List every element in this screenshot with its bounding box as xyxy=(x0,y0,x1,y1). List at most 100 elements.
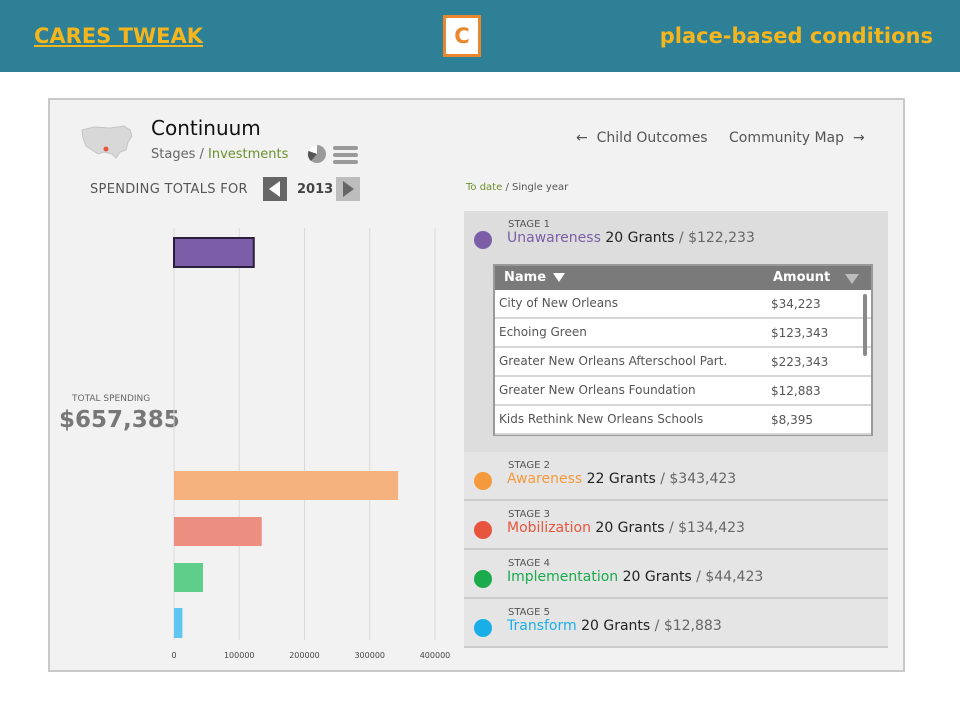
investments-link[interactable]: Investments xyxy=(208,147,288,162)
stage-color-dot xyxy=(474,521,492,539)
child-outcomes-link[interactable]: ← Child Outcomes xyxy=(576,130,708,146)
sort-down-icon xyxy=(553,273,566,282)
stage-sep: / xyxy=(691,569,706,585)
stage-amount: $12,883 xyxy=(663,618,722,634)
spending-totals-label: SPENDING TOTALS FOR xyxy=(90,182,248,197)
stage-color-dot xyxy=(474,472,492,490)
table-row[interactable]: Kids Rethink New Orleans Schools $8,395 xyxy=(495,406,871,435)
amount-column-header[interactable]: Amount xyxy=(773,270,830,285)
x-tick-label: 0 xyxy=(171,651,176,660)
x-tick-label: 200000 xyxy=(289,651,320,660)
stage-5-row[interactable]: STAGE 5 Transform 20 Grants / $12,883 xyxy=(464,599,888,648)
bar-mobilization xyxy=(174,517,262,546)
logo: C xyxy=(443,15,481,57)
grants-table: Name Amount City of New Orleans $34,223 … xyxy=(493,264,873,436)
grant-name: Echoing Green xyxy=(499,325,587,339)
x-tick-label: 100000 xyxy=(224,651,255,660)
next-year-button[interactable] xyxy=(336,177,360,201)
table-row[interactable]: Greater New Orleans Foundation $12,883 xyxy=(495,377,871,406)
stage-summary: Awareness 22 Grants / $343,423 xyxy=(507,471,736,487)
stage-grants: 20 Grants xyxy=(595,520,665,536)
stage-name: Awareness xyxy=(507,471,583,487)
toggle-separator: / xyxy=(502,182,512,193)
stages-list: STAGE 1 Unawareness 20 Grants / $122,233… xyxy=(464,211,888,648)
name-header-label: Name xyxy=(504,270,547,285)
top-header-bar: CARES TWEAK C place-based conditions xyxy=(0,0,960,72)
stages-link[interactable]: Stages xyxy=(151,147,195,162)
stage-number: STAGE 5 xyxy=(508,607,550,618)
stage-1-row[interactable]: STAGE 1 Unawareness 20 Grants / $122,233… xyxy=(464,211,888,452)
sort-amount-icon[interactable] xyxy=(845,274,859,284)
bar-awareness xyxy=(174,471,399,500)
stage-name: Unawareness xyxy=(507,230,601,246)
stage-number: STAGE 4 xyxy=(508,558,550,569)
stage-sep: / xyxy=(655,471,670,487)
year-value: 2013 xyxy=(297,182,334,197)
table-row[interactable]: City of New Orleans $34,223 xyxy=(495,290,871,319)
stage-summary: Mobilization 20 Grants / $134,423 xyxy=(507,520,745,536)
to-date-link[interactable]: To date xyxy=(466,182,502,193)
stage-sep: / xyxy=(664,520,679,536)
grants-table-header: Name Amount xyxy=(495,266,871,290)
tagline: place-based conditions xyxy=(659,24,933,48)
community-map-label: Community Map xyxy=(729,130,845,146)
grant-name: Greater New Orleans Afterschool Part. xyxy=(499,354,728,368)
grant-name: City of New Orleans xyxy=(499,296,619,310)
stage-name: Transform xyxy=(507,618,577,634)
previous-year-button[interactable] xyxy=(263,177,287,201)
x-tick-label: 400000 xyxy=(420,651,451,660)
spending-bar-chart: 0 100000 200000 300000 400000 xyxy=(171,228,451,660)
stage-3-row[interactable]: STAGE 3 Mobilization 20 Grants / $134,42… xyxy=(464,501,888,550)
arrow-right-icon: → xyxy=(852,130,865,146)
brand-link[interactable]: CARES TWEAK xyxy=(34,24,203,48)
stage-grants: 20 Grants xyxy=(622,569,692,585)
grant-amount: $123,343 xyxy=(771,326,829,340)
name-column-header[interactable]: Name xyxy=(504,270,566,285)
bar-transform xyxy=(174,608,183,638)
stage-grants: 20 Grants xyxy=(605,230,675,246)
stage-number: STAGE 3 xyxy=(508,509,550,520)
grant-name: Greater New Orleans Foundation xyxy=(499,383,696,397)
stage-name: Implementation xyxy=(507,569,619,585)
stage-4-row[interactable]: STAGE 4 Implementation 20 Grants / $44,4… xyxy=(464,550,888,599)
stage-number: STAGE 2 xyxy=(508,460,550,471)
stage-sep: / xyxy=(674,230,689,246)
stage-summary: Transform 20 Grants / $12,883 xyxy=(507,618,722,634)
grant-amount: $34,223 xyxy=(771,297,821,311)
grant-amount: $12,883 xyxy=(771,384,821,398)
stage-grants: 20 Grants xyxy=(581,618,651,634)
stage-amount: $134,423 xyxy=(678,520,745,536)
stage-sep: / xyxy=(650,618,664,634)
stage-grants: 22 Grants xyxy=(586,471,656,487)
list-view-icon[interactable] xyxy=(333,145,359,165)
table-scrollbar[interactable] xyxy=(863,294,867,356)
stage-number: STAGE 1 xyxy=(508,219,550,230)
page-title: Continuum xyxy=(151,116,261,140)
x-tick-label: 300000 xyxy=(354,651,385,660)
stage-summary: Implementation 20 Grants / $44,423 xyxy=(507,569,763,585)
stage-summary: Unawareness 20 Grants / $122,233 xyxy=(507,230,755,246)
pie-chart-icon[interactable] xyxy=(307,144,327,164)
stage-color-dot xyxy=(474,231,492,249)
grant-amount: $223,343 xyxy=(771,355,829,369)
subtitle-separator: / xyxy=(195,147,208,162)
stage-color-dot xyxy=(474,619,492,637)
stage-2-row[interactable]: STAGE 2 Awareness 22 Grants / $343,423 xyxy=(464,452,888,501)
single-year-link[interactable]: Single year xyxy=(512,182,568,193)
stage-amount: $44,423 xyxy=(705,569,764,585)
view-switch: Stages / Investments xyxy=(151,147,288,162)
stage-amount: $343,423 xyxy=(669,471,737,487)
us-map-icon[interactable] xyxy=(80,122,134,162)
arrow-left-icon: ← xyxy=(576,130,588,146)
table-row[interactable]: Greater New Orleans Afterschool Part. $2… xyxy=(495,348,871,377)
bar-unawareness xyxy=(173,237,255,268)
continuum-panel: Continuum Stages / Investments ← Child O… xyxy=(48,98,905,672)
table-row[interactable]: Echoing Green $123,343 xyxy=(495,319,871,348)
date-range-toggle: To date / Single year xyxy=(466,182,568,193)
grant-name: Kids Rethink New Orleans Schools xyxy=(499,412,704,426)
stage-name: Mobilization xyxy=(507,520,591,536)
community-map-link[interactable]: Community Map → xyxy=(729,130,865,146)
total-spending-label: TOTAL SPENDING xyxy=(72,394,151,404)
stage-amount: $122,233 xyxy=(688,230,755,246)
child-outcomes-label: Child Outcomes xyxy=(596,130,708,146)
